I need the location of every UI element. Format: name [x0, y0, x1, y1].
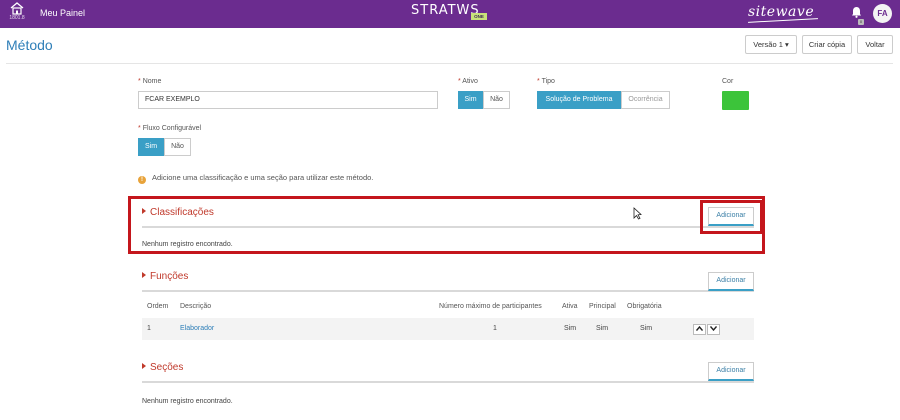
caret-right-icon — [142, 272, 146, 278]
info-message: ! Adicione uma classificação e uma seção … — [138, 173, 373, 184]
fluxo-sim-toggle[interactable]: Sim — [138, 138, 164, 156]
row-ordem: 1 — [147, 325, 151, 332]
row-obrigatoria: Sim — [640, 325, 653, 332]
page-title: Método — [6, 37, 53, 53]
secoes-add-button[interactable]: Adicionar — [708, 362, 754, 381]
funcoes-divider — [142, 290, 754, 292]
avatar[interactable]: FA — [873, 4, 892, 23]
cor-label: Cor — [722, 78, 734, 85]
caret-right-icon — [142, 363, 146, 369]
app-version: 1801.8 — [9, 15, 25, 21]
move-up-button[interactable] — [693, 324, 706, 335]
nome-input[interactable]: FCAR EXEMPLO — [138, 91, 438, 109]
chevron-up-icon — [695, 325, 704, 331]
col-ordem: Ordem — [147, 303, 169, 310]
home-icon — [10, 2, 24, 15]
create-copy-button[interactable]: Criar cópia — [802, 35, 852, 54]
row-max: 1 — [493, 325, 497, 332]
version-dropdown[interactable]: Versão 1 ▾ — [745, 35, 797, 54]
col-obrigatoria: Obrigatória — [627, 303, 662, 310]
notification-badge: 0 — [858, 19, 864, 25]
highlight-add-box — [700, 200, 763, 234]
home-button[interactable]: 1801.8 — [6, 2, 28, 26]
back-button[interactable]: Voltar — [857, 35, 893, 54]
col-principal: Principal — [589, 303, 616, 310]
row-ativa: Sim — [564, 325, 577, 332]
bell-icon[interactable] — [851, 6, 862, 20]
nome-label: * Nome — [138, 78, 162, 85]
chevron-down-icon — [709, 326, 718, 332]
tipo-solucao-toggle[interactable]: Solução de Problema — [537, 91, 621, 109]
move-down-button[interactable] — [707, 324, 720, 335]
brand-logo[interactable]: STRATWS — [411, 3, 480, 18]
ativo-sim-toggle[interactable]: Sim — [458, 91, 483, 109]
funcoes-title[interactable]: Funções — [142, 271, 188, 282]
top-bar: 1801.8 Meu Painel STRATWS ONE sitewave 0… — [0, 0, 900, 28]
header-divider — [6, 63, 893, 64]
tipo-ocorrencia-toggle[interactable]: Ocorrência — [621, 91, 670, 109]
row-principal: Sim — [596, 325, 609, 332]
ativo-label: * Ativo — [458, 78, 478, 85]
meu-painel-link[interactable]: Meu Painel — [40, 8, 85, 18]
col-ativa: Ativa — [562, 303, 578, 310]
highlight-box — [128, 196, 765, 254]
funcoes-add-button[interactable]: Adicionar — [708, 272, 754, 291]
fluxo-nao-toggle[interactable]: Não — [164, 138, 191, 156]
col-max-participantes: Número máximo de participantes — [439, 303, 542, 310]
brand-suffix: ONE — [471, 13, 487, 20]
secoes-empty: Nenhum registro encontrado. — [142, 398, 233, 405]
partner-logo: sitewave — [748, 4, 815, 20]
mouse-cursor-icon — [633, 207, 642, 220]
info-icon: ! — [138, 176, 146, 184]
col-descricao: Descrição — [180, 303, 212, 310]
row-descricao-link[interactable]: Elaborador — [180, 325, 214, 332]
secoes-divider — [142, 381, 754, 383]
color-picker[interactable] — [722, 91, 749, 110]
secoes-title[interactable]: Seções — [142, 362, 183, 373]
fluxo-label: * Fluxo Configurável — [138, 125, 202, 132]
ativo-nao-toggle[interactable]: Não — [483, 91, 510, 109]
version-label: Versão 1 — [753, 40, 783, 49]
table-row — [142, 318, 754, 340]
caret-down-icon: ▾ — [784, 40, 789, 49]
tipo-label: * Tipo — [537, 78, 555, 85]
